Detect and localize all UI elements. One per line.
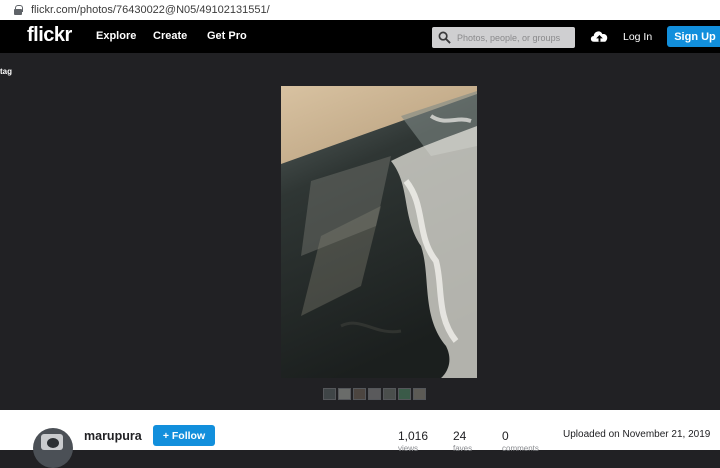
main-photo[interactable] <box>281 86 477 378</box>
comments-label: comments <box>502 444 539 453</box>
thumbnail[interactable] <box>323 388 336 400</box>
search-placeholder: Photos, people, or groups <box>457 32 561 43</box>
faves-stat: 24 faves <box>453 429 472 453</box>
sign-up-button[interactable]: Sign Up <box>667 26 720 47</box>
comments-count: 0 <box>502 429 509 443</box>
search-icon <box>438 31 451 44</box>
avatar-lens-shape <box>47 438 59 448</box>
comments-stat: 0 comments <box>502 429 539 453</box>
tag-label[interactable]: tag <box>0 67 12 76</box>
thumbnail[interactable] <box>398 388 411 400</box>
search-input[interactable]: Photos, people, or groups <box>432 27 575 48</box>
browser-address-bar[interactable]: flickr.com/photos/76430022@N05/491021315… <box>0 0 720 20</box>
nav-link-explore[interactable]: Explore <box>96 30 136 42</box>
thumbnail[interactable] <box>413 388 426 400</box>
views-count: 1,016 <box>398 429 429 443</box>
top-navigation: flickr Explore Create Get Pro Photos, pe… <box>0 20 720 53</box>
upload-date: Uploaded on November 21, 2019 <box>563 429 711 440</box>
url-text[interactable]: flickr.com/photos/76430022@N05/491021315… <box>31 4 270 16</box>
log-in-link[interactable]: Log In <box>623 31 652 43</box>
owner-username[interactable]: marupura <box>84 429 142 443</box>
thumbnail[interactable] <box>338 388 351 400</box>
photo-stage: tag <box>0 53 720 410</box>
thumbnail[interactable] <box>368 388 381 400</box>
flickr-logo[interactable]: flickr <box>27 24 72 47</box>
lock-icon <box>14 5 23 15</box>
nav-link-create[interactable]: Create <box>153 30 187 42</box>
thumbnail[interactable] <box>383 388 396 400</box>
faves-label: faves <box>453 444 473 453</box>
faves-count: 24 <box>453 429 467 443</box>
photo-info-bar: marupura + Follow 1,016 views 24 faves 0… <box>0 410 720 468</box>
views-label: views <box>398 444 419 453</box>
avatar[interactable] <box>33 428 73 468</box>
views-stat: 1,016 views <box>398 429 428 453</box>
nav-link-get-pro[interactable]: Get Pro <box>207 30 247 42</box>
follow-button[interactable]: + Follow <box>153 425 215 446</box>
upload-cloud-icon[interactable] <box>589 27 610 45</box>
photo-thumbnail-strip <box>323 388 426 400</box>
thumbnail[interactable] <box>353 388 366 400</box>
